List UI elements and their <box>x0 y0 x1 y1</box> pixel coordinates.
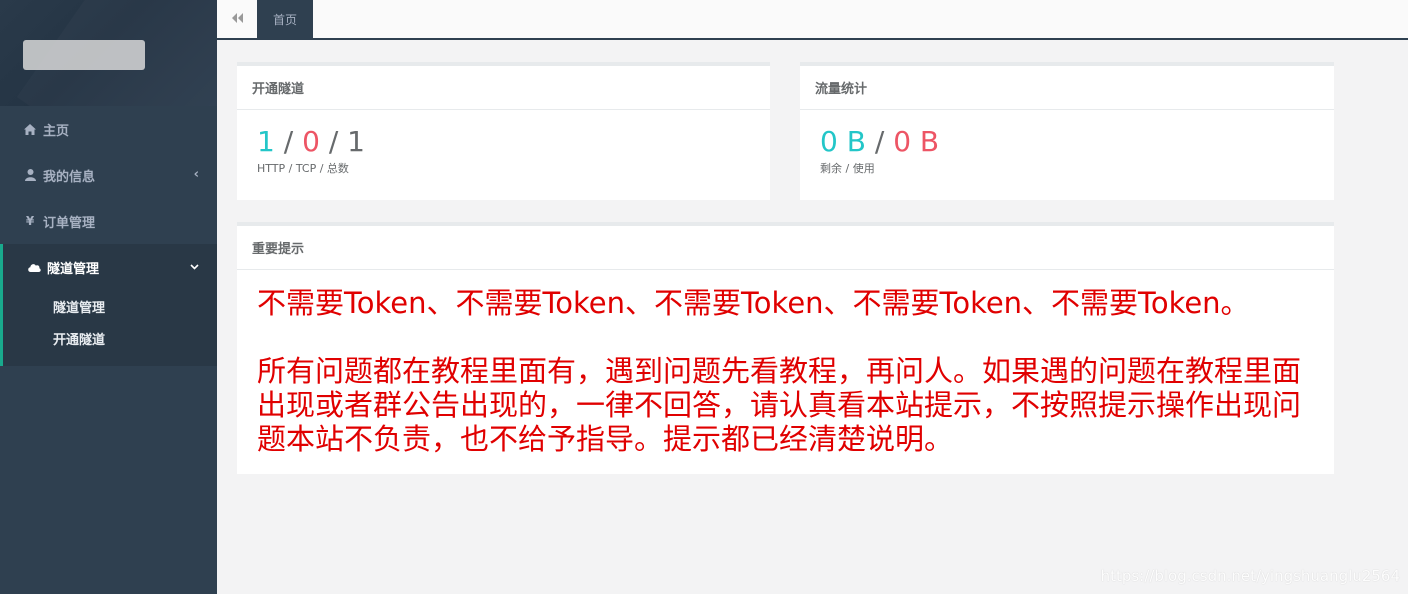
total-count: 1 <box>347 125 365 158</box>
notice-tutorial-paragraph: 所有问题都在教程里面有，遇到问题先看教程，再问人。如果遇的问题在教程里面出现或者… <box>257 354 1302 456</box>
sidebar-nav: 主页 我的信息 ‹ ¥ 订单管理 隧道管理 <box>0 106 217 290</box>
tunnel-counts-caption: HTTP / TCP / 总数 <box>257 162 349 175</box>
sidebar-item-label: 订单管理 <box>43 215 96 231</box>
sidebar-header <box>0 0 217 106</box>
user-icon <box>23 169 37 181</box>
double-left-arrow-icon <box>231 12 243 27</box>
traffic-panel: 流量统计 0 B / 0 B 剩余 / 使用 <box>800 62 1334 200</box>
tab-bar: 首页 <box>217 0 1408 40</box>
notice-panel: 重要提示 不需要Token、不需要Token、不需要Token、不需要Token… <box>237 222 1334 474</box>
tunnel-counts: 1 / 0 / 1 <box>237 110 770 156</box>
traffic-used: 0 B <box>893 125 940 158</box>
chevron-left-icon: ‹ <box>193 167 199 182</box>
panel-title: 流量统计 <box>800 66 1334 110</box>
logo <box>23 40 145 70</box>
yen-icon: ¥ <box>25 214 35 228</box>
tunnel-submenu: 隧道管理 开通隧道 <box>0 290 217 366</box>
submenu-item-open-tunnel[interactable]: 开通隧道 <box>3 322 217 354</box>
tcp-count: 0 <box>302 125 320 158</box>
separator: / <box>328 125 339 158</box>
home-icon <box>23 123 37 135</box>
notice-body: 不需要Token、不需要Token、不需要Token、不需要Token、不需要T… <box>237 270 1334 474</box>
watermark: https://blog.csdn.net/yingshuanglu2564 <box>1100 567 1400 585</box>
sidebar-item-label: 主页 <box>43 123 70 139</box>
sidebar-item-label: 隧道管理 <box>47 261 100 277</box>
sidebar: 主页 我的信息 ‹ ¥ 订单管理 隧道管理 隧道管理 开通隧道 <box>0 0 217 594</box>
separator: / <box>283 125 294 158</box>
chevron-down-icon <box>190 259 199 274</box>
tunnels-panel: 开通隧道 1 / 0 / 1 HTTP / TCP / 总数 <box>237 62 770 200</box>
traffic-stats: 0 B / 0 B <box>800 110 1334 156</box>
scroll-left-button[interactable] <box>217 0 258 38</box>
sidebar-item-tunnels[interactable]: 隧道管理 <box>0 244 217 290</box>
traffic-remaining: 0 B <box>820 125 866 158</box>
submenu-item-tunnel-management[interactable]: 隧道管理 <box>3 290 217 322</box>
panel-title: 开通隧道 <box>237 66 770 110</box>
tab-home[interactable]: 首页 <box>257 0 313 38</box>
panel-title: 重要提示 <box>237 226 1334 270</box>
sidebar-item-my-info[interactable]: 我的信息 ‹ <box>0 152 217 198</box>
cloud-icon <box>27 262 41 272</box>
separator: / <box>874 125 885 158</box>
sidebar-item-label: 我的信息 <box>43 169 96 185</box>
traffic-stats-caption: 剩余 / 使用 <box>820 162 875 175</box>
sidebar-item-orders[interactable]: ¥ 订单管理 <box>0 198 217 244</box>
notice-token-line: 不需要Token、不需要Token、不需要Token、不需要Token、不需要T… <box>257 286 1250 320</box>
sidebar-item-home[interactable]: 主页 <box>0 106 217 152</box>
http-count: 1 <box>257 125 275 158</box>
